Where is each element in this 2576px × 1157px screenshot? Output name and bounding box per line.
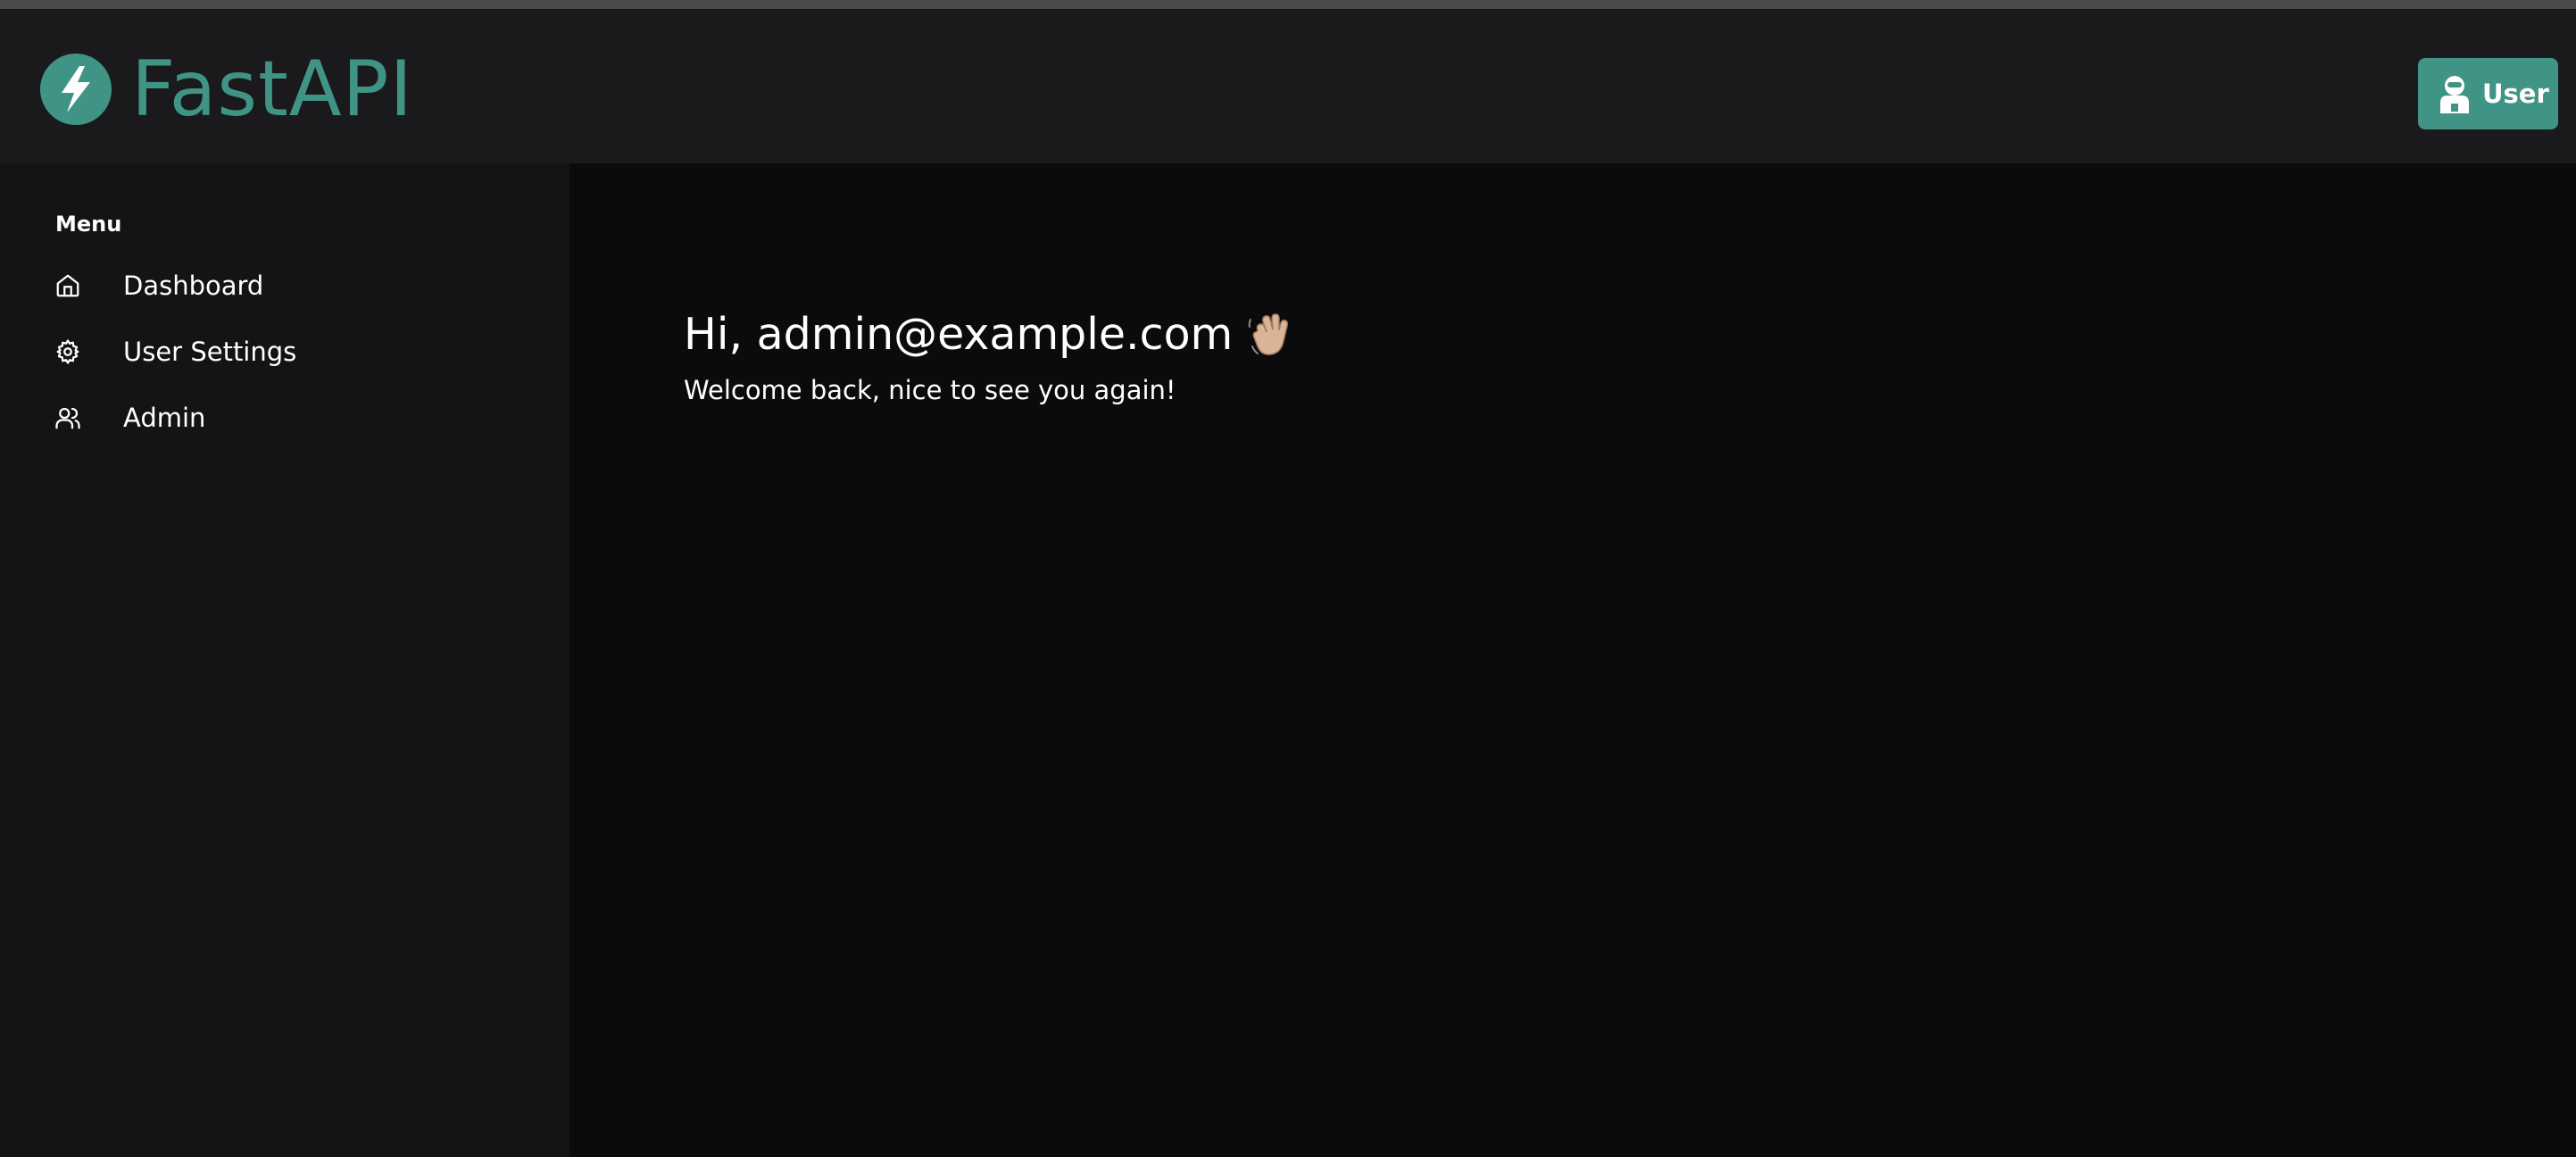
- sidebar-item-admin[interactable]: Admin: [36, 389, 536, 446]
- sidebar-item-label: Dashboard: [123, 271, 264, 301]
- app-logo[interactable]: FastAPI: [40, 49, 413, 129]
- main-content: Hi, admin@example.com Welcome back, nice…: [569, 163, 2576, 1157]
- fastapi-bolt-icon: [40, 54, 112, 125]
- greeting-heading: Hi, admin@example.com: [684, 308, 1293, 362]
- window-top-border: [0, 0, 2576, 9]
- sidebar: Menu Dashboard User Settings Admin: [0, 163, 569, 1157]
- users-icon: [36, 389, 100, 446]
- greeting-text: Hi, admin@example.com: [684, 309, 1234, 360]
- app-header: FastAPI User: [0, 9, 2576, 163]
- sidebar-item-user-settings[interactable]: User Settings: [36, 323, 536, 380]
- settings-icon: [36, 323, 100, 380]
- sidebar-item-label: Admin: [123, 403, 206, 433]
- home-icon: [36, 257, 100, 314]
- user-avatar-icon: [2440, 76, 2469, 113]
- sidebar-item-dashboard[interactable]: Dashboard: [36, 257, 536, 314]
- welcome-message: Welcome back, nice to see you again!: [684, 375, 1176, 405]
- sidebar-heading: Menu: [55, 212, 122, 237]
- user-menu-button[interactable]: User: [2418, 58, 2558, 129]
- waving-hand-icon: [1248, 313, 1289, 355]
- sidebar-item-label: User Settings: [123, 337, 297, 367]
- logo-text: FastAPI: [131, 45, 413, 134]
- user-button-label: User: [2482, 79, 2549, 109]
